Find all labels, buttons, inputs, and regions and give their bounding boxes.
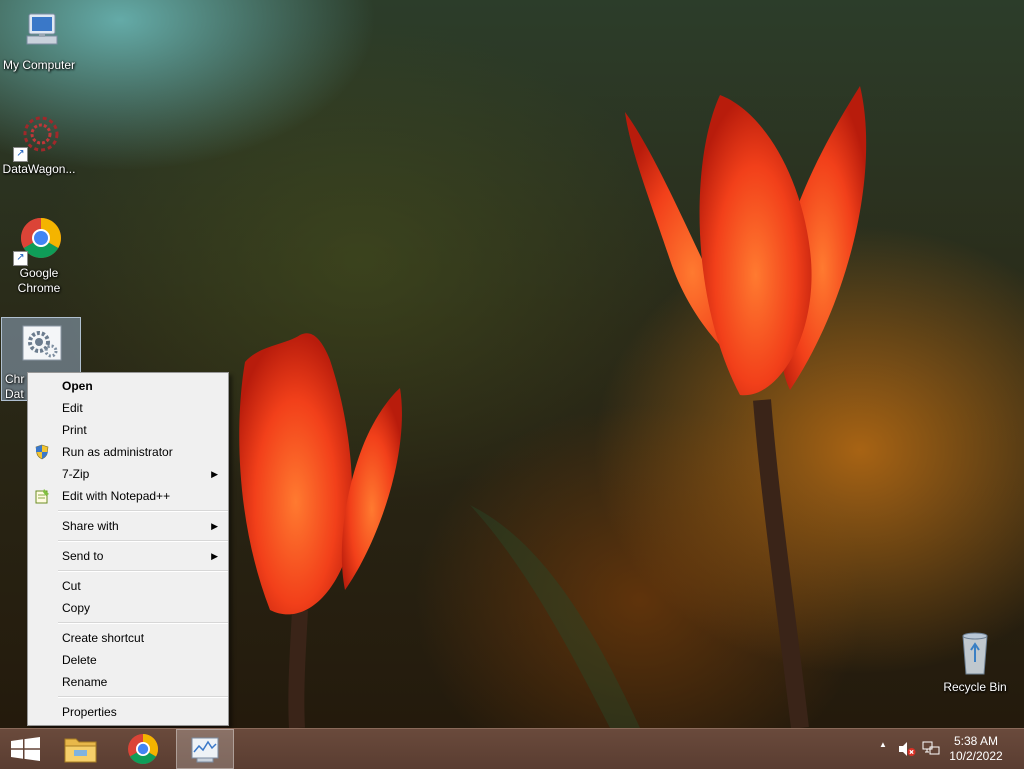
taskbar-system-monitor[interactable] [176,729,234,769]
menu-item-label: Rename [62,675,108,689]
uac-shield-icon [34,444,50,460]
taskbar-chrome[interactable] [116,729,170,769]
menu-item-edit[interactable]: Edit [28,397,228,419]
desktop-icon-label: Recycle Bin [943,680,1007,694]
menu-item-label: Edit [62,401,83,415]
computer-icon [15,8,63,56]
system-monitor-icon [191,737,219,763]
desktop-icon-recycle-bin[interactable]: Recycle Bin [936,630,1014,695]
submenu-arrow-icon: ▶ [211,551,218,561]
network-icon [922,741,940,755]
datawagon-icon: ↗ [13,112,63,162]
chrome-icon [128,734,159,765]
menu-separator [58,540,228,542]
shortcut-arrow-icon: ↗ [13,147,28,162]
menu-item-send-to[interactable]: Send to ▶ [28,545,228,567]
file-explorer-icon [64,738,97,763]
menu-separator [58,510,228,512]
submenu-arrow-icon: ▶ [211,469,218,479]
desktop-icon-google-chrome[interactable]: ↗ Google Chrome [0,216,78,296]
gear-settings-icon [17,322,65,370]
menu-item-properties[interactable]: Properties [28,701,228,723]
menu-item-copy[interactable]: Copy [28,597,228,619]
recycle-bin-icon [951,630,999,678]
clock-date: 10/2/2022 [949,749,1003,763]
menu-item-run-as-administrator[interactable]: Run as administrator [28,441,228,463]
start-button[interactable] [0,729,54,769]
desktop-icon-datawagon[interactable]: ↗ DataWagon... [0,112,78,177]
system-tray: ▲ 5:38 AM 10/2/2022 [864,729,1024,769]
menu-item-rename[interactable]: Rename [28,671,228,693]
menu-item-label: Create shortcut [62,631,145,645]
context-menu: Open Edit Print Run as administrator 7-Z… [27,372,229,726]
menu-item-label: Cut [62,579,81,593]
clock[interactable]: 5:38 AM 10/2/2022 [946,734,1006,764]
menu-item-label: 7-Zip [62,467,90,481]
menu-item-edit-with-notepad-plus-plus[interactable]: Edit with Notepad++ [28,485,228,507]
menu-item-label: Send to [62,549,104,563]
menu-item-label: Share with [62,519,119,533]
taskbar: ▲ 5:38 AM 10/2/2022 [0,728,1024,769]
network-button[interactable] [922,741,940,757]
chrome-icon: ↗ [13,216,63,266]
desktop-background[interactable]: My Computer ↗ DataWagon... ↗ Google Chro… [0,0,1024,728]
menu-item-label: Open [62,379,93,393]
show-hidden-icons-button[interactable]: ▲ [876,740,890,749]
submenu-arrow-icon: ▶ [211,521,218,531]
taskbar-file-explorer[interactable] [54,729,108,769]
menu-item-delete[interactable]: Delete [28,649,228,671]
desktop-icon-label: DataWagon... [2,162,76,176]
clock-time: 5:38 AM [953,734,999,748]
menu-item-share-with[interactable]: Share with ▶ [28,515,228,537]
menu-item-open[interactable]: Open [28,375,228,397]
desktop-icon-label: Google Chrome [17,266,61,295]
menu-item-7zip[interactable]: 7-Zip ▶ [28,463,228,485]
menu-item-label: Delete [62,653,97,667]
menu-item-create-shortcut[interactable]: Create shortcut [28,627,228,649]
menu-item-label: Run as administrator [62,445,173,459]
menu-item-label: Print [62,423,87,437]
windows-start-icon [11,737,40,761]
shortcut-arrow-icon: ↗ [13,251,28,266]
menu-separator [58,570,228,572]
speaker-muted-icon [899,742,916,756]
menu-separator [58,622,228,624]
menu-item-print[interactable]: Print [28,419,228,441]
menu-item-label: Edit with Notepad++ [62,489,171,503]
notepad-plus-plus-icon [34,488,50,504]
volume-button[interactable] [898,741,916,757]
menu-item-label: Properties [62,705,117,719]
desktop-icon-label: My Computer [2,58,76,72]
menu-item-label: Copy [62,601,91,615]
desktop-icon-my-computer[interactable]: My Computer [0,8,78,73]
menu-separator [58,696,228,698]
menu-item-cut[interactable]: Cut [28,575,228,597]
